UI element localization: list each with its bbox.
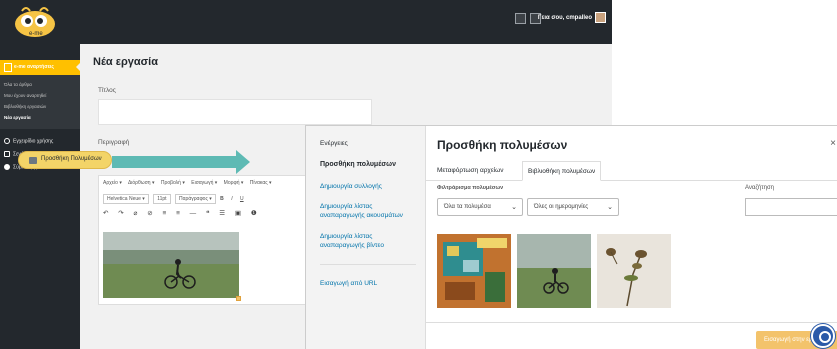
menu-edit[interactable]: Διόρθωση ▾ [128, 180, 155, 186]
callout-arrow [112, 156, 236, 168]
document-icon [4, 151, 10, 157]
media-modal-menu: Ενέργειες Προσθήκη πολυμέσων Δημιουργία … [306, 126, 426, 349]
editor-toolbar-secondary[interactable]: ↶ ↷ ⌀ ⊘ ≡ ≡ — ❝ ☰ ▣ ❶ [103, 209, 261, 217]
editor-menubar: Αρχείο ▾ Διόρθωση ▾ Προβολή ▾ Εισαγωγή ▾… [103, 180, 277, 186]
menu-file[interactable]: Αρχείο ▾ [103, 180, 122, 186]
media-thumbnail-plant[interactable] [597, 234, 671, 308]
font-family-select[interactable]: Helvetica Neue ▾ [103, 194, 149, 204]
add-media-label: Προσθήκη Πολυμέσων [41, 156, 102, 162]
media-modal-content: Προσθήκη πολυμέσων × Μεταφόρτωση αρχείων… [426, 126, 837, 349]
menu-table[interactable]: Πίνακας ▾ [250, 180, 272, 186]
sidebar-active-label: e-me αναρτήσεις [14, 64, 55, 70]
callout-arrow-head [236, 150, 250, 174]
underline-button[interactable]: U [240, 196, 244, 202]
editor-toolbar: Helvetica Neue ▾ 11pt Παράγραφος ▾ B I U [103, 194, 244, 204]
font-size-select[interactable]: 11pt [153, 194, 171, 204]
media-tabs: Μεταφόρτωση αρχείων Βιβλιοθήκη πολυμέσων [426, 161, 837, 181]
sidebar-subitem-all[interactable]: Όλα τα άρθρα [4, 82, 32, 87]
menu-view[interactable]: Προβολή ▾ [161, 180, 185, 186]
svg-text:e-me: e-me [29, 31, 43, 37]
description-label: Περιγραφή [98, 139, 130, 146]
avatar[interactable] [595, 12, 606, 23]
e-me-logo[interactable]: e-me [12, 4, 58, 40]
modal-title: Προσθήκη πολυμέσων [437, 138, 568, 152]
sidebar-item-manual[interactable]: Εγχειρίδιο χρήσης [4, 138, 53, 144]
filter-label: Φιλτράρισμα πολυμέσων [437, 185, 504, 191]
menu-insert[interactable]: Εισαγωγή ▾ [191, 180, 217, 186]
bold-button[interactable]: B [220, 196, 224, 202]
sidebar-submenu: Όλα τα άρθρα Μου έχουν αναρτηθεί Βιβλιοθ… [0, 75, 80, 129]
chevron-down-icon: ⌄ [607, 204, 613, 211]
title-label: Τίτλος [98, 87, 116, 94]
sidebar: e-me αναρτήσεις Όλα τα άρθρα Μου έχουν α… [0, 44, 80, 349]
expand-button[interactable] [515, 13, 526, 24]
help-icon [4, 138, 10, 144]
bicycle-photo[interactable] [103, 232, 239, 298]
title-input[interactable] [98, 99, 372, 125]
post-icon [4, 63, 12, 72]
modal-footer: Εισαγωγή στην εργασία [426, 322, 837, 349]
user-greeting[interactable]: Γεια σου, cmpalleo [538, 15, 592, 21]
collapse-icon [4, 164, 10, 170]
media-thumbnail-bicycle[interactable] [517, 234, 591, 308]
top-bar: e-me Γεια σου, cmpalleo [0, 0, 612, 44]
media-icon [29, 157, 37, 164]
page-title: Νέα εργασία [93, 56, 158, 68]
tab-upload-files[interactable]: Μεταφόρτωση αρχείων [437, 161, 504, 181]
search-input[interactable] [745, 198, 837, 216]
menu-create-gallery[interactable]: Δημιουργία συλλογής [320, 182, 382, 191]
sidebar-item-e-me-posts[interactable]: e-me αναρτήσεις [0, 60, 80, 75]
actions-heading: Ενέργειες [320, 140, 348, 147]
menu-video-playlist[interactable]: Δημιουργία λίστας αναπαραγωγής βίντεο [320, 232, 410, 250]
sidebar-subitem-new[interactable]: Νέα εργασία [4, 115, 31, 120]
menu-format[interactable]: Μορφή ▾ [224, 180, 244, 186]
add-media-button[interactable]: Προσθήκη Πολυμέσων [18, 151, 112, 169]
media-modal: Ενέργειες Προσθήκη πολυμέσων Δημιουργία … [305, 125, 837, 349]
content-editor[interactable]: Αρχείο ▾ Διόρθωση ▾ Προβολή ▾ Εισαγωγή ▾… [98, 175, 310, 305]
paragraph-select[interactable]: Παράγραφος ▾ [174, 194, 216, 204]
italic-button[interactable]: I [231, 196, 232, 202]
accessibility-badge-icon[interactable] [811, 324, 835, 348]
image-resize-handle[interactable] [236, 296, 241, 301]
close-icon[interactable]: × [830, 138, 836, 149]
menu-audio-playlist[interactable]: Δημιουργία λίστας αναπαραγωγής ακουσμάτω… [320, 202, 416, 220]
media-date-select[interactable]: Όλες οι ημερομηνίες ⌄ [527, 198, 619, 216]
menu-add-media[interactable]: Προσθήκη πολυμέσων [320, 161, 396, 168]
tab-media-library[interactable]: Βιβλιοθήκη πολυμέσων [522, 161, 602, 181]
search-label: Αναζήτηση [745, 185, 774, 191]
menu-insert-from-url[interactable]: Εισαγωγή από URL [320, 279, 377, 288]
menu-separator [320, 264, 416, 265]
sidebar-subitem-library[interactable]: Βιβλιοθήκη εργασιών [4, 104, 46, 109]
media-thumbnail-game[interactable] [437, 234, 511, 308]
sidebar-subitem-assigned[interactable]: Μου έχουν αναρτηθεί [4, 93, 46, 98]
media-type-select[interactable]: Όλα τα πολυμέσα ⌄ [437, 198, 523, 216]
chevron-down-icon: ⌄ [511, 204, 517, 211]
